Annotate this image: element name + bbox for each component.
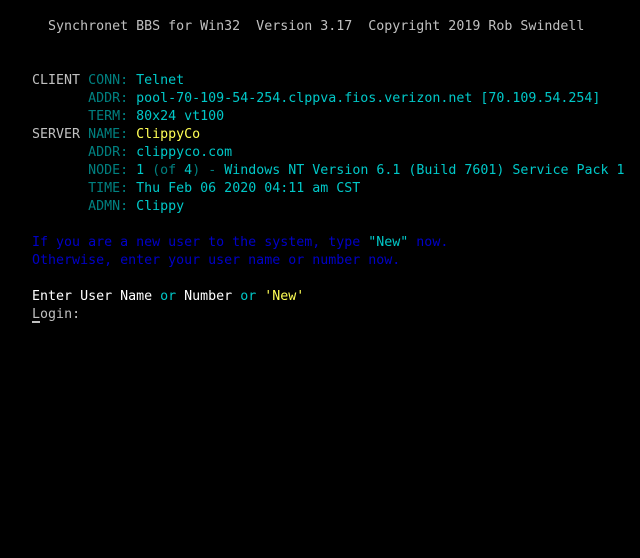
prompt-new: 'New' <box>256 289 305 304</box>
banner-line: Synchronet BBS for Win32 Version 3.17 Co… <box>0 0 584 34</box>
client-addr-line: ADDR: pool-70-109-54-254.clppva.fios.ver… <box>0 72 600 106</box>
login-label: ogin: <box>40 307 81 322</box>
banner-text: Synchronet BBS for Win32 Version 3.17 Co… <box>32 19 585 34</box>
server-addr-line: ADDR: clippyco.com <box>0 126 232 160</box>
prompt-or-2: or <box>240 289 257 304</box>
server-name-line: SERVER NAME: ClippyCo <box>0 108 200 142</box>
newuser-text-b: now. <box>408 235 449 250</box>
newuser-line-2: Otherwise, enter your user name or numbe… <box>0 234 400 268</box>
client-term-line: TERM: 80x24 vt100 <box>0 90 224 124</box>
server-time-line: TIME: Thu Feb 06 2020 04:11 am CST <box>0 162 360 196</box>
server-admn-line: ADMN: Clippy <box>0 180 184 214</box>
terminal-window[interactable]: Synchronet BBS for Win32 Version 3.17 Co… <box>0 0 640 431</box>
prompt-number: Number <box>176 289 241 304</box>
client-conn-line: CLIENT CONN: Telnet <box>0 54 184 88</box>
server-node-line: NODE: 1 (of 4) - Windows NT Version 6.1 … <box>0 144 624 178</box>
login-instruction-line: Enter User Name or Number or 'New' <box>0 270 304 304</box>
login-cursor[interactable]: L <box>32 306 41 324</box>
newuser-text-2: Otherwise, enter your user name or numbe… <box>32 253 401 268</box>
prompt-or-1: or <box>160 289 177 304</box>
admn-value: Clippy <box>136 199 185 214</box>
newuser-line-1: If you are a new user to the system, typ… <box>0 216 448 250</box>
admn-label: ADMN: <box>88 199 137 214</box>
login-prompt-line[interactable]: Login: <box>0 288 80 323</box>
